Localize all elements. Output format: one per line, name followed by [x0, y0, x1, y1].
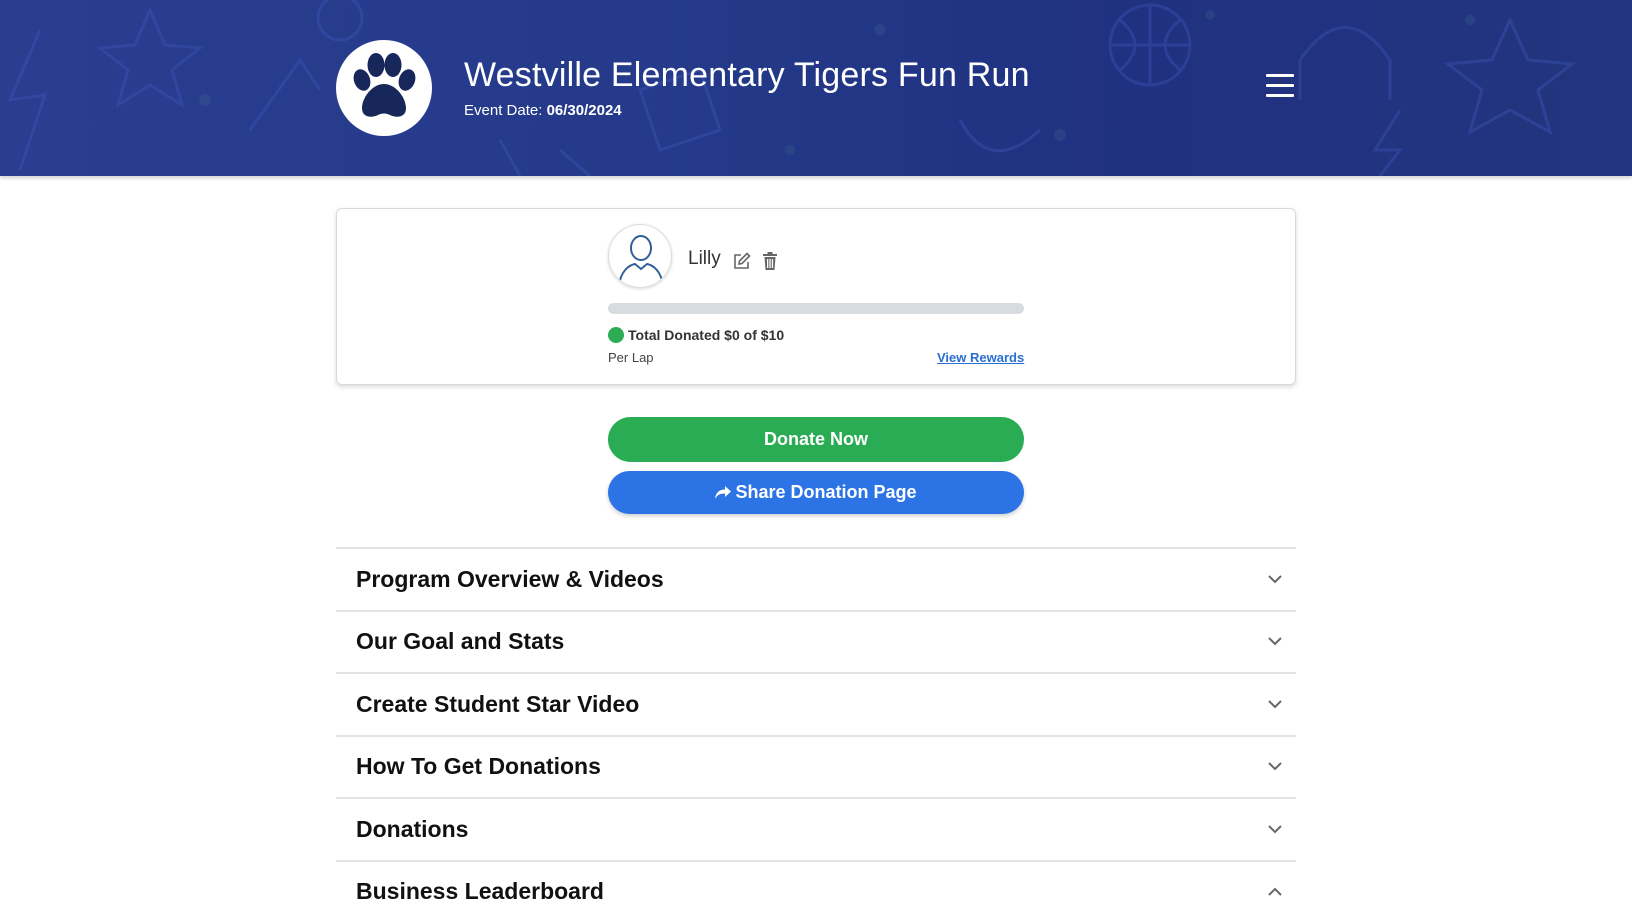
accordion-item-student-star-video[interactable]: Create Student Star Video — [336, 672, 1296, 735]
hamburger-menu-icon[interactable] — [1266, 74, 1296, 100]
accordion-item-label: Donations — [356, 816, 468, 843]
student-profile-card — [336, 208, 1296, 385]
accordion-item-label: Business Leaderboard — [356, 878, 604, 905]
chevron-up-icon — [1268, 887, 1282, 896]
page-title: Westville Elementary Tigers Fun Run — [464, 56, 1030, 95]
event-date: Event Date: 06/30/2024 — [464, 102, 622, 119]
paw-print-icon — [342, 46, 426, 130]
user-silhouette-icon — [608, 224, 672, 288]
chevron-down-icon — [1268, 825, 1282, 834]
chevron-down-icon — [1268, 762, 1282, 771]
accordion-item-label: How To Get Donations — [356, 753, 601, 780]
school-logo[interactable] — [336, 40, 432, 136]
student-name: Lilly — [688, 248, 721, 270]
chevron-down-icon — [1268, 575, 1282, 584]
event-date-value: 06/30/2024 — [547, 102, 622, 119]
chevron-down-icon — [1268, 700, 1282, 709]
view-rewards-link[interactable]: View Rewards — [937, 350, 1024, 365]
site-header: Westville Elementary Tigers Fun Run Even… — [0, 0, 1632, 176]
share-donation-page-label: Share Donation Page — [735, 482, 916, 503]
per-lap-label: Per Lap — [608, 350, 654, 365]
chevron-down-icon — [1268, 637, 1282, 646]
accordion-item-label: Program Overview & Videos — [356, 566, 664, 593]
trash-icon[interactable] — [762, 252, 778, 270]
accordion-item-donations[interactable]: Donations — [336, 797, 1296, 860]
event-date-label: Event Date: — [464, 102, 542, 119]
total-donated-text: Total Donated $0 of $10 — [628, 327, 784, 343]
accordion-item-label: Create Student Star Video — [356, 691, 639, 718]
accordion-item-business-leaderboard[interactable]: Business Leaderboard — [336, 860, 1296, 922]
accordion-item-program-overview[interactable]: Program Overview & Videos — [336, 547, 1296, 610]
info-accordion: Program Overview & Videos Our Goal and S… — [336, 547, 1296, 922]
share-donation-page-button[interactable]: Share Donation Page — [608, 471, 1024, 514]
accordion-item-goal-stats[interactable]: Our Goal and Stats — [336, 610, 1296, 673]
donation-progress-bar — [608, 303, 1024, 314]
accordion-item-label: Our Goal and Stats — [356, 628, 564, 655]
donate-now-button[interactable]: Donate Now — [608, 417, 1024, 462]
edit-icon[interactable] — [733, 252, 751, 270]
share-arrow-icon — [715, 486, 731, 500]
accordion-item-how-to-get-donations[interactable]: How To Get Donations — [336, 735, 1296, 798]
donate-now-label: Donate Now — [764, 429, 868, 450]
status-dot-icon — [608, 327, 624, 343]
